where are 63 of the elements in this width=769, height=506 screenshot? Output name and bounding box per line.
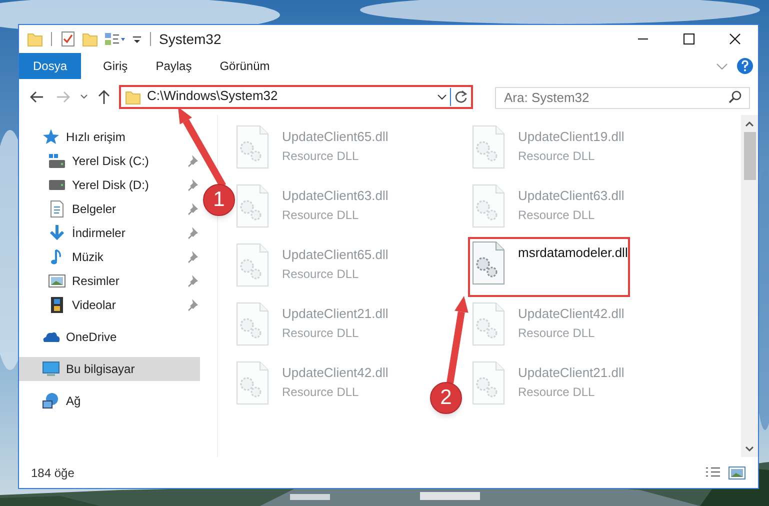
sidebar-item[interactable]: Yerel Disk (D:) xyxy=(19,173,157,197)
file-name: msrdatamodeler.dll xyxy=(518,244,628,262)
pin-icon[interactable] xyxy=(187,202,200,216)
sidebar-item[interactable]: Yerel Disk (C:) xyxy=(19,149,157,173)
pin-icon[interactable] xyxy=(187,274,200,288)
pin-icon[interactable] xyxy=(187,298,200,312)
window-title: System32 xyxy=(159,30,222,49)
sidebar-item[interactable]: İndirmeler xyxy=(19,221,134,245)
dll-file-icon[interactable] xyxy=(472,241,506,286)
details-view-icon[interactable] xyxy=(704,466,722,480)
file-name: UpdateClient63.dll xyxy=(282,187,388,205)
pin-icon[interactable] xyxy=(187,154,200,168)
sidebar-item[interactable]: Belgeler xyxy=(19,197,124,221)
folder-icon xyxy=(125,89,141,105)
drive-icon xyxy=(47,151,67,171)
file-tab[interactable]: Dosya xyxy=(19,53,82,79)
ribbon-tab[interactable]: Paylaş xyxy=(142,53,206,79)
pin-icon[interactable] xyxy=(187,250,200,264)
file-name: UpdateClient21.dll xyxy=(282,305,388,323)
sidebar-item[interactable]: Resimler xyxy=(19,269,128,293)
highlight-frame[interactable]: msrdatamodeler.dll xyxy=(468,237,630,297)
ribbon-tab[interactable]: Giriş xyxy=(89,53,142,79)
file-name: UpdateClient65.dll xyxy=(282,128,388,146)
file-name: UpdateClient21.dll xyxy=(518,364,624,382)
sidebar-item[interactable]: OneDrive xyxy=(19,325,125,349)
new-folder-icon[interactable] xyxy=(82,31,98,47)
file-name: UpdateClient42.dll xyxy=(282,364,388,382)
file-type: Resource DLL xyxy=(282,206,360,224)
checklist-icon[interactable] xyxy=(60,31,76,47)
file-name: UpdateClient63.dll xyxy=(518,187,624,205)
properties-icon[interactable] xyxy=(104,31,126,47)
file-name: UpdateClient65.dll xyxy=(282,246,388,264)
file-type: Resource DLL xyxy=(282,384,360,400)
file-type: Resource DLL xyxy=(282,266,360,282)
network-icon xyxy=(41,391,61,411)
file-type: Resource DLL xyxy=(518,148,596,164)
file-name: UpdateClient42.dll xyxy=(518,305,624,323)
sidebar-item[interactable]: Videolar xyxy=(19,293,124,317)
item-count: 184 öğe xyxy=(31,464,74,482)
search-icon[interactable] xyxy=(728,90,742,104)
sidebar-item[interactable]: Müzik xyxy=(19,245,112,269)
pin-icon[interactable] xyxy=(187,178,200,192)
file-type: Resource DLL xyxy=(518,384,596,400)
sidebar-item[interactable]: Bu bilgisayar xyxy=(19,357,200,381)
computer-icon xyxy=(41,359,61,379)
folder-icon xyxy=(27,31,43,47)
scrollbar[interactable] xyxy=(741,115,758,457)
file-type: Resource DLL xyxy=(282,324,360,342)
address-path: C:\Windows\System32 xyxy=(147,88,279,104)
download-arrow-icon xyxy=(47,223,67,243)
ribbon-tab[interactable]: Görünüm xyxy=(206,53,284,79)
address-bar[interactable]: C:\Windows\System32 xyxy=(119,85,473,109)
sidebar-item[interactable]: Ağ xyxy=(19,389,89,413)
file-type: Resource DLL xyxy=(518,324,596,342)
star-icon xyxy=(41,127,61,147)
search-field[interactable]: Ara: System32 xyxy=(495,86,750,108)
file-type: Resource DLL xyxy=(518,206,596,224)
scrollbar-thumb[interactable] xyxy=(744,132,756,180)
pin-icon[interactable] xyxy=(187,226,200,240)
file-name: UpdateClient19.dll xyxy=(518,128,624,146)
file-type: Resource DLL xyxy=(282,148,360,164)
sidebar-item[interactable]: Hızlı erişim xyxy=(19,125,134,149)
tiles-view-icon[interactable] xyxy=(728,466,746,480)
